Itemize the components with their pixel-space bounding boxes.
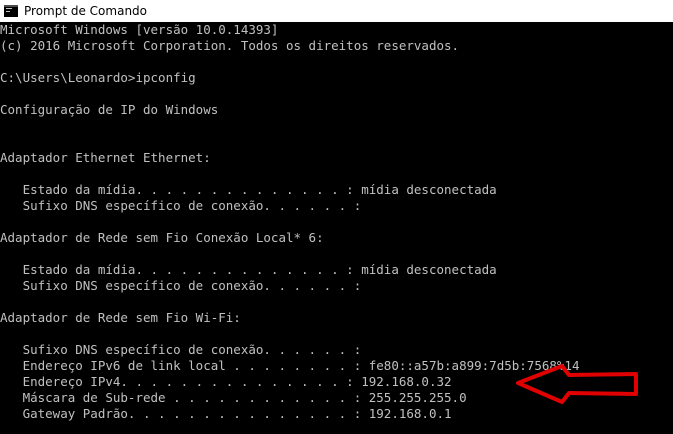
red-arrow-annotation-icon xyxy=(516,364,638,404)
command-prompt-icon xyxy=(4,5,18,17)
local-dns-suffix: Sufixo DNS específico de conexão. . . . … xyxy=(0,278,362,293)
ethernet-adapter-title: Adaptador Ethernet Ethernet: xyxy=(0,150,211,165)
wifi-adapter-title: Adaptador de Rede sem Fio Wi-Fi: xyxy=(0,310,241,325)
local-media-state: Estado da mídia. . . . . . . . . . . . .… xyxy=(0,262,497,277)
command-prompt-line: C:\Users\Leonardo>ipconfig xyxy=(0,70,196,85)
wifi-ipv4-address: Endereço IPv4. . . . . . . . . . . . . .… xyxy=(0,374,452,389)
command-prompt-window: Prompt de Comando Microsoft Windows [ver… xyxy=(0,0,673,434)
ethernet-dns-suffix: Sufixo DNS específico de conexão. . . . … xyxy=(0,198,362,213)
ethernet-media-state: Estado da mídia. . . . . . . . . . . . .… xyxy=(0,182,497,197)
local-adapter-title: Adaptador de Rede sem Fio Conexão Local*… xyxy=(0,230,324,245)
wifi-subnet-mask: Máscara de Sub-rede . . . . . . . . . . … xyxy=(0,390,467,405)
wifi-dns-suffix: Sufixo DNS específico de conexão. . . . … xyxy=(0,342,362,357)
title-bar[interactable]: Prompt de Comando xyxy=(0,0,673,22)
config-title: Configuração de IP do Windows xyxy=(0,102,219,117)
version-line: Microsoft Windows [versão 10.0.14393] xyxy=(0,22,279,37)
copyright-line: (c) 2016 Microsoft Corporation. Todos os… xyxy=(0,38,460,53)
window-title: Prompt de Comando xyxy=(24,4,148,18)
wifi-default-gateway: Gateway Padrão. . . . . . . . . . . . . … xyxy=(0,406,452,421)
wifi-ipv6-address: Endereço IPv6 de link local . . . . . . … xyxy=(0,358,580,373)
